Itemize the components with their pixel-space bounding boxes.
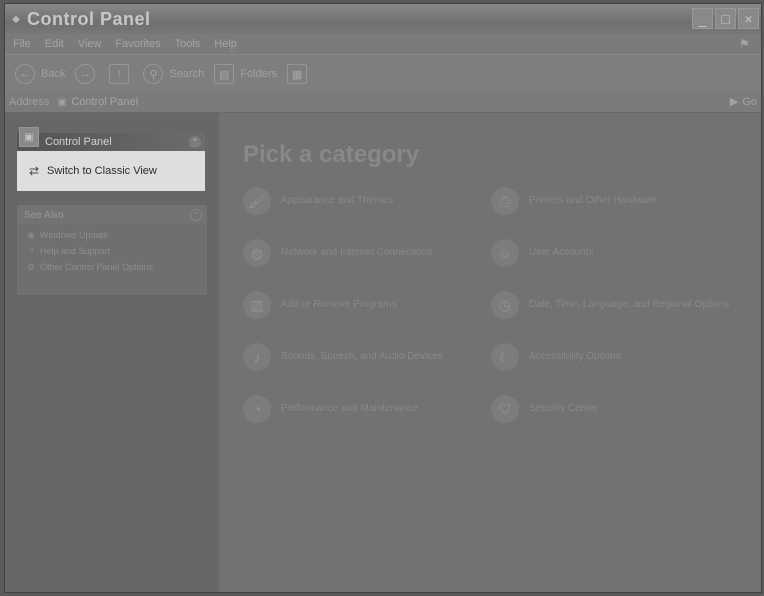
category-label: Network and Internet Connections	[281, 247, 433, 258]
see-also-item-help-support[interactable]: ? Help and Support	[26, 246, 206, 256]
category-network-internet[interactable]: ◍ Network and Internet Connections	[243, 239, 493, 267]
menu-help[interactable]: Help	[214, 38, 237, 50]
options-icon: ⚙	[26, 261, 36, 272]
maximize-button[interactable]: □	[715, 8, 736, 29]
address-bar: Address ▣ Control Panel ▶ Go	[5, 92, 761, 113]
control-panel-box-header[interactable]: ▣ Control Panel ⌃	[17, 127, 205, 151]
see-also-label: Windows Update	[40, 230, 109, 240]
see-also-item-windows-update[interactable]: ◉ Windows Update	[26, 229, 206, 241]
switch-to-classic-view-link[interactable]: Switch to Classic View	[47, 165, 157, 177]
see-also-box: See Also ⌃ ◉ Windows Update ? Help and S…	[17, 205, 207, 295]
category-printers-hardware[interactable]: ⎙ Printers and Other Hardware	[491, 187, 741, 215]
task-pane: ▣ Control Panel ⌃ ⇄ Switch to Classic Vi…	[5, 113, 219, 592]
category-label: Accessibility Options	[529, 351, 621, 362]
switch-view-row[interactable]: ⇄ Switch to Classic View	[17, 151, 205, 191]
help-icon: ?	[28, 246, 34, 256]
category-appearance-themes[interactable]: 🖌 Appearance and Themes	[243, 187, 493, 215]
title-bar: ◆ Control Panel _ □ ×	[5, 4, 761, 34]
search-label: Search	[169, 68, 205, 80]
programs-icon: ▥	[243, 291, 271, 319]
menu-file[interactable]: File	[13, 38, 31, 50]
menu-favorites[interactable]: Favorites	[115, 38, 160, 50]
forward-arrow-icon: →	[75, 64, 96, 84]
views-button[interactable]: ▦	[287, 64, 311, 84]
accessibility-icon: ☾	[491, 343, 519, 371]
category-add-remove-programs[interactable]: ▥ Add or Remove Programs	[243, 291, 493, 319]
category-label: Security Center	[529, 403, 598, 414]
search-icon: ⚲	[143, 64, 164, 84]
see-also-header[interactable]: See Also ⌃	[18, 206, 206, 224]
control-panel-icon: ▣	[19, 127, 39, 147]
address-go[interactable]: ▶ Go	[729, 95, 757, 109]
go-arrow-icon: ▶	[729, 96, 739, 108]
address-label: Address	[9, 96, 50, 108]
menu-bar: File Edit View Favorites Tools Help ⚑	[5, 34, 761, 54]
category-security-center[interactable]: ⛉ Security Center	[491, 395, 741, 423]
menu-view[interactable]: View	[78, 38, 102, 50]
forward-button[interactable]: →	[75, 64, 99, 84]
folders-icon: ▤	[214, 64, 235, 84]
window-icon: ◆	[12, 13, 20, 25]
category-sounds-speech-audio[interactable]: ♪ Sounds, Speech, and Audio Devices	[243, 343, 493, 371]
control-panel-small-icon: ▣	[57, 97, 67, 108]
address-field[interactable]: Control Panel	[71, 96, 138, 108]
user-accounts-icon: ☺	[491, 239, 519, 267]
folders-button[interactable]: ▤ Folders	[214, 64, 277, 84]
see-also-label: Help and Support	[40, 246, 111, 256]
up-folder-button[interactable]: ↑	[109, 64, 133, 84]
network-icon: ◍	[243, 239, 271, 267]
control-panel-box: ▣ Control Panel ⌃ ⇄ Switch to Classic Vi…	[17, 127, 205, 191]
chevron-up-icon[interactable]: ⌃	[189, 136, 201, 148]
see-also-item-other-options[interactable]: ⚙ Other Control Panel Options	[26, 261, 206, 273]
category-accessibility[interactable]: ☾ Accessibility Options	[491, 343, 741, 371]
back-button[interactable]: ← Back	[15, 64, 65, 84]
category-performance-maintenance[interactable]: ◔ Performance and Maintenance	[243, 395, 493, 423]
go-button[interactable]: Go	[742, 96, 757, 108]
windows-update-icon: ◉	[27, 229, 35, 240]
chevron-up-icon[interactable]: ⌃	[190, 209, 202, 221]
printer-icon: ⎙	[491, 187, 519, 215]
category-label: Appearance and Themes	[281, 195, 394, 206]
appearance-icon: 🖌	[243, 187, 271, 215]
menu-edit[interactable]: Edit	[45, 38, 64, 50]
category-view: Pick a category 🖌 Appearance and Themes …	[219, 113, 761, 592]
category-label: Performance and Maintenance	[281, 403, 418, 414]
category-date-time-regional[interactable]: ◷ Date, Time, Language, and Regional Opt…	[491, 291, 741, 319]
window-controls: _ □ ×	[692, 8, 759, 29]
search-button[interactable]: ⚲ Search	[143, 64, 204, 84]
shield-icon: ⛉	[491, 395, 519, 423]
toolbar: ← Back → ↑ ⚲ Search ▤ Folders ▦	[5, 54, 761, 94]
minimize-button[interactable]: _	[692, 8, 713, 29]
category-user-accounts[interactable]: ☺ User Accounts	[491, 239, 741, 267]
category-label: Sounds, Speech, and Audio Devices	[281, 351, 443, 362]
close-button[interactable]: ×	[738, 8, 759, 29]
control-panel-box-title: Control Panel	[45, 136, 112, 148]
menu-tools[interactable]: Tools	[175, 38, 201, 50]
back-arrow-icon: ←	[15, 64, 35, 84]
back-label: Back	[41, 68, 66, 80]
category-label: Date, Time, Language, and Regional Optio…	[529, 299, 730, 310]
up-folder-icon: ↑	[109, 64, 130, 84]
sound-icon: ♪	[243, 343, 271, 371]
switch-view-icon: ⇄	[28, 164, 40, 178]
performance-icon: ◔	[243, 395, 271, 423]
category-label: Add or Remove Programs	[281, 299, 397, 310]
see-also-title: See Also	[24, 209, 64, 221]
category-label: User Accounts	[529, 247, 594, 258]
page-title: Pick a category	[243, 141, 420, 168]
see-also-label: Other Control Panel Options	[40, 262, 154, 272]
date-time-icon: ◷	[491, 291, 519, 319]
windows-logo-icon: ⚑	[739, 37, 750, 51]
views-icon: ▦	[287, 64, 308, 84]
category-label: Printers and Other Hardware	[529, 195, 657, 206]
folders-label: Folders	[240, 68, 278, 80]
control-panel-window: ◆ Control Panel _ □ × File Edit View Fav…	[4, 3, 762, 593]
window-title: Control Panel	[27, 8, 151, 29]
